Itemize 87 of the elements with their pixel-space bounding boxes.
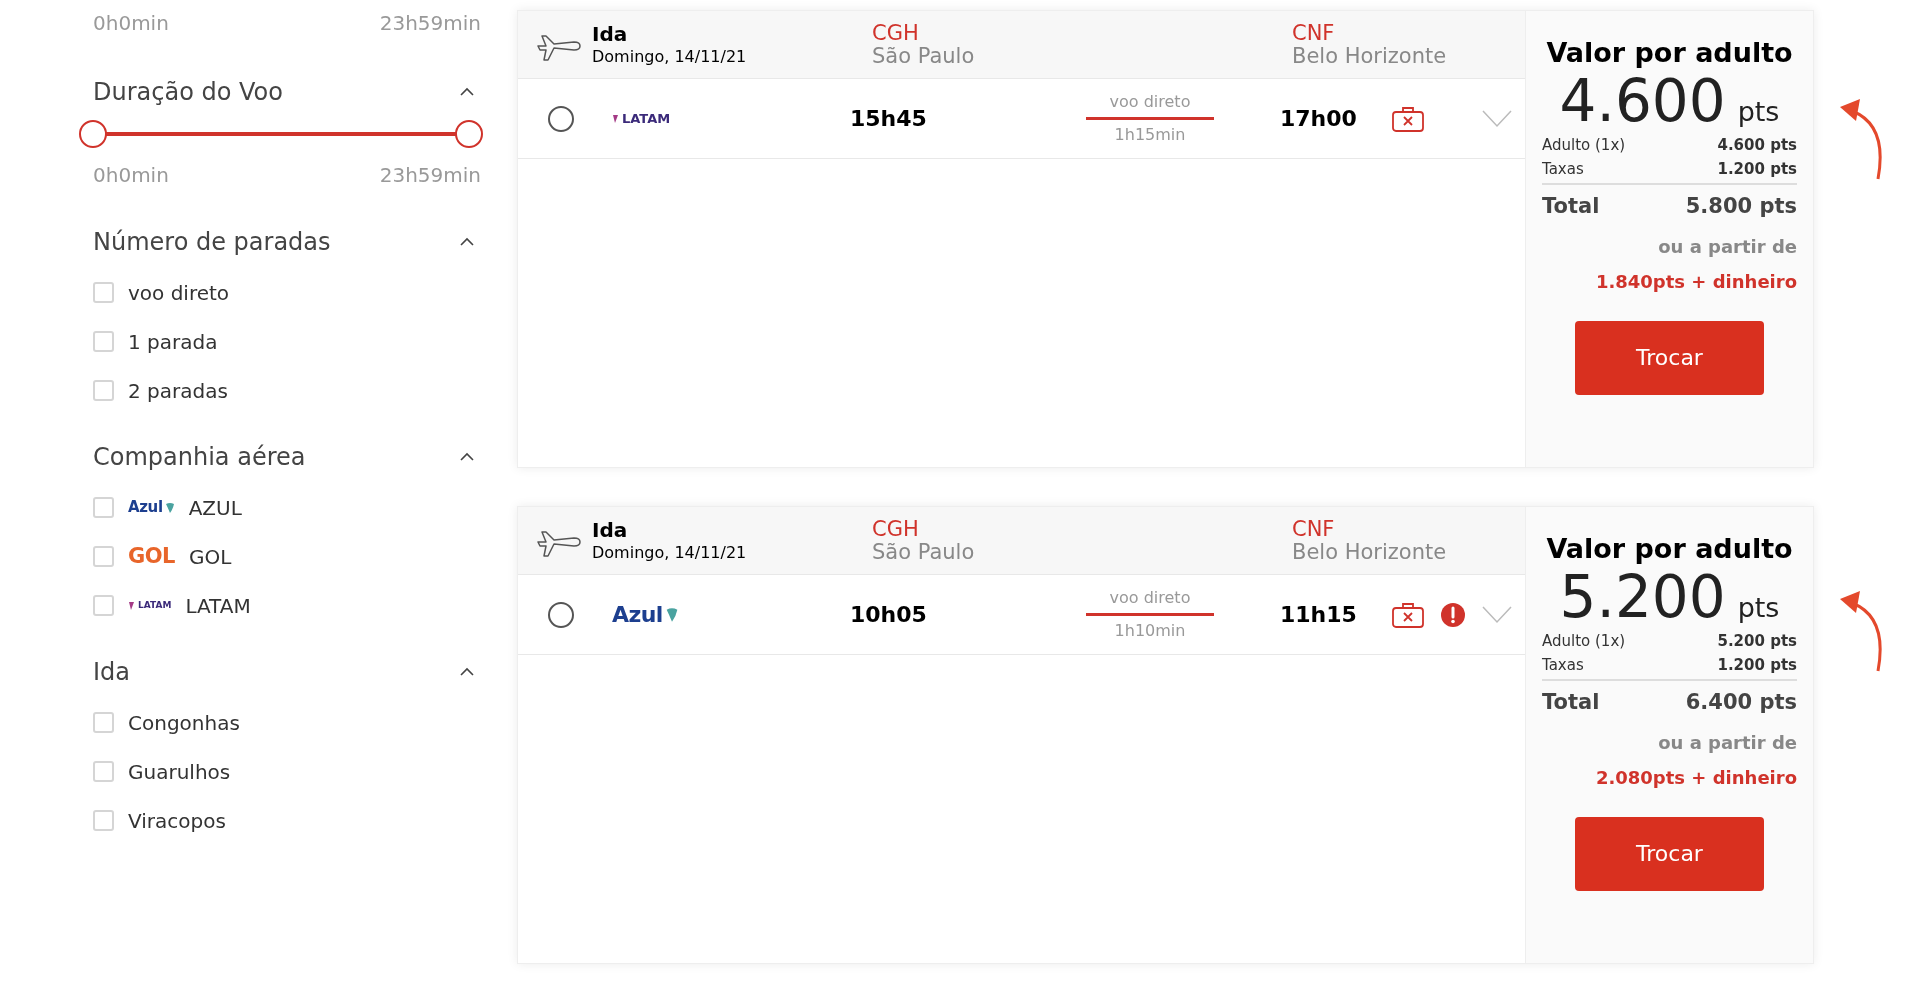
airline-logo: GOL (128, 542, 175, 570)
no-baggage-icon (1392, 105, 1424, 132)
price-amount: 5.200 (1559, 565, 1726, 630)
filter-option-label: Guarulhos (128, 758, 231, 786)
airline-logo: Azul (612, 598, 679, 631)
exchange-button[interactable]: Trocar (1575, 816, 1764, 891)
price-unit: pts (1737, 94, 1780, 129)
checkbox[interactable] (93, 282, 114, 303)
filter-option-label: 1 parada (128, 328, 218, 356)
price-line-label: Taxas (1542, 655, 1584, 677)
total-label: Total (1542, 689, 1600, 717)
range-max-label: 23h59min (379, 162, 481, 189)
radio-button[interactable] (548, 601, 574, 628)
airport-code: CGH (872, 518, 920, 541)
airline-logo: LATAM (612, 108, 671, 129)
price-line-label: Adulto (1x) (1542, 135, 1626, 157)
chevron-up-icon[interactable] (459, 452, 475, 462)
total-value: 5.800 pts (1685, 193, 1797, 221)
filter-heading: Ida (93, 657, 131, 688)
alt-price-link[interactable]: 1.840pts + dinheiro (1542, 267, 1797, 295)
price-line-value: 1.200 pts (1717, 655, 1797, 677)
checkbox[interactable] (93, 546, 114, 567)
radio-button[interactable] (548, 105, 574, 132)
slider-thumb[interactable] (79, 120, 107, 148)
filter-option-label: 2 paradas (128, 377, 228, 405)
price-line-value: 5.200 pts (1717, 631, 1797, 653)
departure-time: 10h05 (850, 601, 928, 629)
filter-option-label: Congonhas (128, 709, 240, 737)
filter-heading: Duração do Voo (93, 77, 283, 108)
exchange-button[interactable]: Trocar (1575, 320, 1764, 395)
checkbox[interactable] (93, 712, 114, 733)
chevron-up-icon[interactable] (459, 87, 475, 97)
chevron-up-icon[interactable] (459, 237, 475, 247)
chevron-up-icon[interactable] (459, 667, 475, 677)
price-line-label: Taxas (1542, 159, 1584, 181)
checkbox[interactable] (93, 595, 114, 616)
airport-code: CGH (872, 22, 920, 45)
alt-price-link[interactable]: 2.080pts + dinheiro (1542, 763, 1797, 791)
flight-duration: 1h15min (1114, 124, 1186, 146)
range-min-label: 0h0min (93, 10, 169, 37)
total-label: Total (1542, 193, 1600, 221)
filter-option-label: voo direto (128, 279, 230, 307)
price-title: Valor por adulto (1545, 36, 1794, 70)
price-line-value: 1.200 pts (1717, 159, 1797, 181)
price-line-value: 4.600 pts (1717, 135, 1797, 157)
airport-code: CNF (1292, 518, 1336, 541)
range-max-label: 23h59min (379, 10, 481, 37)
price-line-label: Adulto (1x) (1542, 631, 1626, 653)
chevron-down-icon[interactable] (1482, 605, 1512, 624)
city-name: São Paulo (872, 44, 976, 67)
filter-option-label: Viracopos (128, 807, 226, 835)
slider-thumb[interactable] (455, 120, 483, 148)
checkbox[interactable] (93, 331, 114, 352)
flight-date: Domingo, 14/11/21 (592, 47, 748, 67)
price-amount: 4.600 (1559, 69, 1726, 134)
filter-option-label: GOL (188, 543, 232, 571)
alt-price-label: ou a partir de (1657, 730, 1797, 755)
departure-time: 15h45 (850, 105, 928, 133)
filter-option-label: LATAM (185, 592, 251, 620)
chevron-down-icon[interactable] (1482, 109, 1512, 128)
arrival-time: 11h15 (1280, 601, 1358, 629)
checkbox[interactable] (93, 497, 114, 518)
filter-option-label: AZUL (188, 494, 242, 522)
airport-code: CNF (1292, 22, 1336, 45)
arrival-time: 17h00 (1280, 105, 1358, 133)
direction-label: Ida (592, 518, 629, 543)
flight-duration: 1h10min (1114, 620, 1186, 642)
direction-label: Ida (592, 22, 629, 47)
stops-label: voo direto (1109, 587, 1191, 609)
city-name: Belo Horizonte (1292, 540, 1447, 563)
total-value: 6.400 pts (1685, 689, 1797, 717)
checkbox[interactable] (93, 380, 114, 401)
filter-heading: Companhia aérea (93, 442, 306, 473)
airline-logo: LATAM (128, 598, 172, 613)
no-baggage-icon (1392, 601, 1424, 628)
price-title: Valor por adulto (1545, 532, 1794, 566)
range-min-label: 0h0min (93, 162, 169, 189)
alt-price-label: ou a partir de (1657, 234, 1797, 259)
checkbox[interactable] (93, 810, 114, 831)
filter-heading: Número de paradas (93, 227, 331, 258)
city-name: Belo Horizonte (1292, 44, 1447, 67)
checkbox[interactable] (93, 761, 114, 782)
stops-label: voo direto (1109, 91, 1191, 113)
airline-logo: Azul (128, 496, 175, 519)
flight-date: Domingo, 14/11/21 (592, 543, 748, 563)
price-unit: pts (1737, 590, 1780, 625)
city-name: São Paulo (872, 540, 976, 563)
